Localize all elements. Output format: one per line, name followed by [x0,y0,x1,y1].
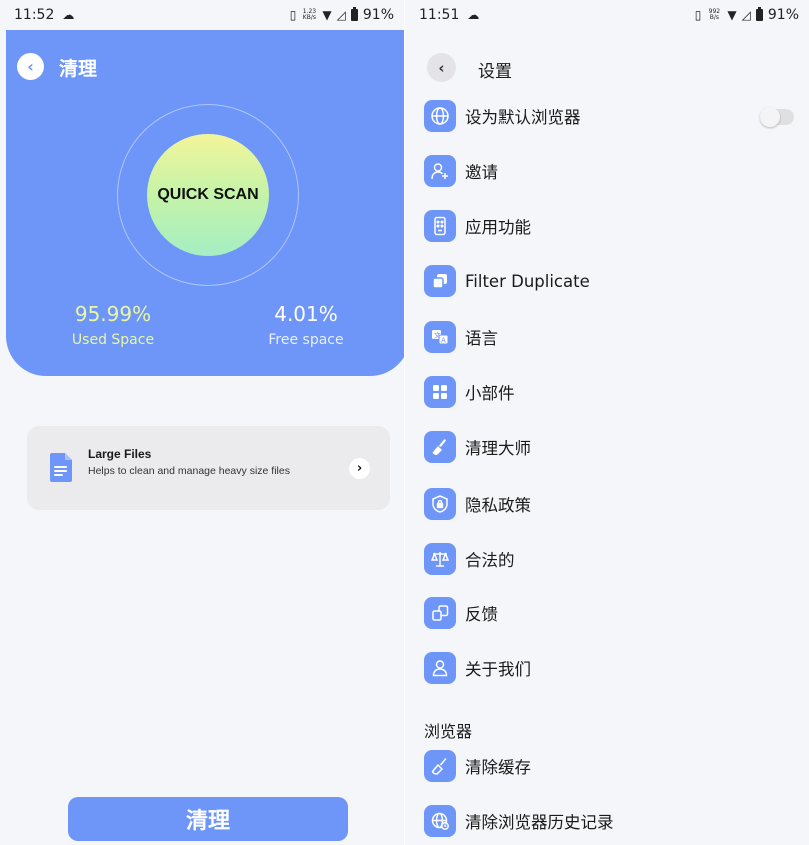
add-user-icon [424,155,456,187]
translate-icon: 文A [424,321,456,353]
browser-section-header: 浏览器 [424,722,473,741]
chevron-left-icon: ‹ [27,56,34,76]
duplicate-icon [424,265,456,297]
free-space-stat: 4.01% Free space [236,302,376,348]
used-space-label: Used Space [71,332,155,348]
cloud-icon: ☁ [467,8,480,22]
settings-item-cleaner-master[interactable]: 清理大师 [424,430,531,464]
toggle-knob [760,107,780,127]
svg-text:A: A [441,337,446,345]
broom-icon [424,431,456,463]
free-space-value: 4.01% [274,302,338,326]
settings-item-clear-history[interactable]: 清除浏览器历史记录 [424,804,614,838]
settings-item-label: 邀请 [465,163,498,182]
feedback-icon [424,597,456,629]
settings-item-label: 清除浏览器历史记录 [465,813,614,832]
settings-item-label: 清除缓存 [465,758,531,777]
wifi-icon: ▼ [322,8,332,22]
widgets-icon [424,376,456,408]
settings-item-label: 隐私政策 [465,496,531,515]
shield-lock-icon [424,488,456,520]
free-space-label: Free space [268,332,344,348]
large-files-description: Helps to clean and manage heavy size fil… [88,465,290,477]
chevron-left-icon: ‹ [438,58,445,77]
document-icon [50,453,72,482]
settings-screen: 11:51 ☁ ▯ 992 B/s ▼ ◿ 91% ‹ 设置 设为默认浏览器 邀… [405,0,809,845]
settings-item-label: 语言 [465,329,498,348]
cloud-icon: ☁ [62,8,75,22]
cleaner-screen: 11:52 ☁ ▯ 1.23 KB/s ▼ ◿ 91% ‹ 清理 QUICK S… [0,0,404,845]
settings-item-label: 设为默认浏览器 [465,108,581,127]
globe-icon [424,100,456,132]
settings-item-legal[interactable]: 合法的 [424,542,515,576]
network-speed: 1.23 KB/s [302,8,317,21]
broom-icon [424,750,456,782]
status-time: 11:52 [14,7,55,23]
large-files-title: Large Files [88,447,152,461]
network-speed: 992 B/s [708,8,721,21]
large-files-card[interactable]: Large Files Helps to clean and manage he… [27,426,390,510]
settings-item-invite[interactable]: 邀请 [424,154,498,188]
status-bar: 11:52 ☁ ▯ 1.23 KB/s ▼ ◿ 91% [0,0,404,30]
settings-item-filter-duplicate[interactable]: Filter Duplicate [424,264,590,298]
settings-item-label: 应用功能 [465,218,531,237]
settings-item-privacy-policy[interactable]: 隐私政策 [424,487,531,521]
status-time: 11:51 [419,7,460,23]
settings-item-label: Filter Duplicate [465,271,590,291]
remote-icon [424,210,456,242]
settings-item-label: 反馈 [465,605,498,624]
back-button[interactable]: ‹ [17,53,44,80]
storage-panel: ‹ 清理 QUICK SCAN 95.99% Used Space 4.01% … [6,30,404,376]
signal-icon: ◿ [336,8,346,22]
page-title: 清理 [59,58,98,80]
used-space-value: 95.99% [74,302,152,326]
page-title: 设置 [478,62,512,82]
svg-text:文: 文 [434,331,441,340]
chevron-right-icon[interactable]: › [349,458,370,479]
settings-item-label: 小部件 [465,384,515,403]
clean-button[interactable]: 清理 [68,797,348,841]
scale-icon [424,543,456,575]
signal-icon: ◿ [741,8,751,22]
settings-item-label: 关于我们 [465,660,531,679]
wifi-icon: ▼ [727,8,737,22]
globe-clock-icon [424,805,456,837]
vibrate-icon: ▯ [694,8,702,22]
settings-item-feedback[interactable]: 反馈 [424,596,498,630]
vibrate-icon: ▯ [289,8,297,22]
battery-percent: 91% [767,7,799,23]
settings-item-language[interactable]: 文A 语言 [424,320,498,354]
default-browser-toggle[interactable] [760,107,794,127]
settings-item-clear-cache[interactable]: 清除缓存 [424,749,531,783]
status-bar: 11:51 ☁ ▯ 992 B/s ▼ ◿ 91% [405,0,809,30]
used-space-stat: 95.99% Used Space [43,302,183,348]
quick-scan-button[interactable]: QUICK SCAN [147,134,269,256]
settings-item-app-features[interactable]: 应用功能 [424,209,531,243]
battery-icon [350,7,358,21]
battery-percent: 91% [362,7,394,23]
settings-item-label: 清理大师 [465,439,531,458]
settings-item-about-us[interactable]: 关于我们 [424,651,531,685]
back-button[interactable]: ‹ [427,53,456,82]
battery-icon [755,7,763,21]
settings-item-widgets[interactable]: 小部件 [424,375,515,409]
settings-item-label: 合法的 [465,551,515,570]
person-icon [424,652,456,684]
settings-item-default-browser[interactable]: 设为默认浏览器 [424,99,581,133]
